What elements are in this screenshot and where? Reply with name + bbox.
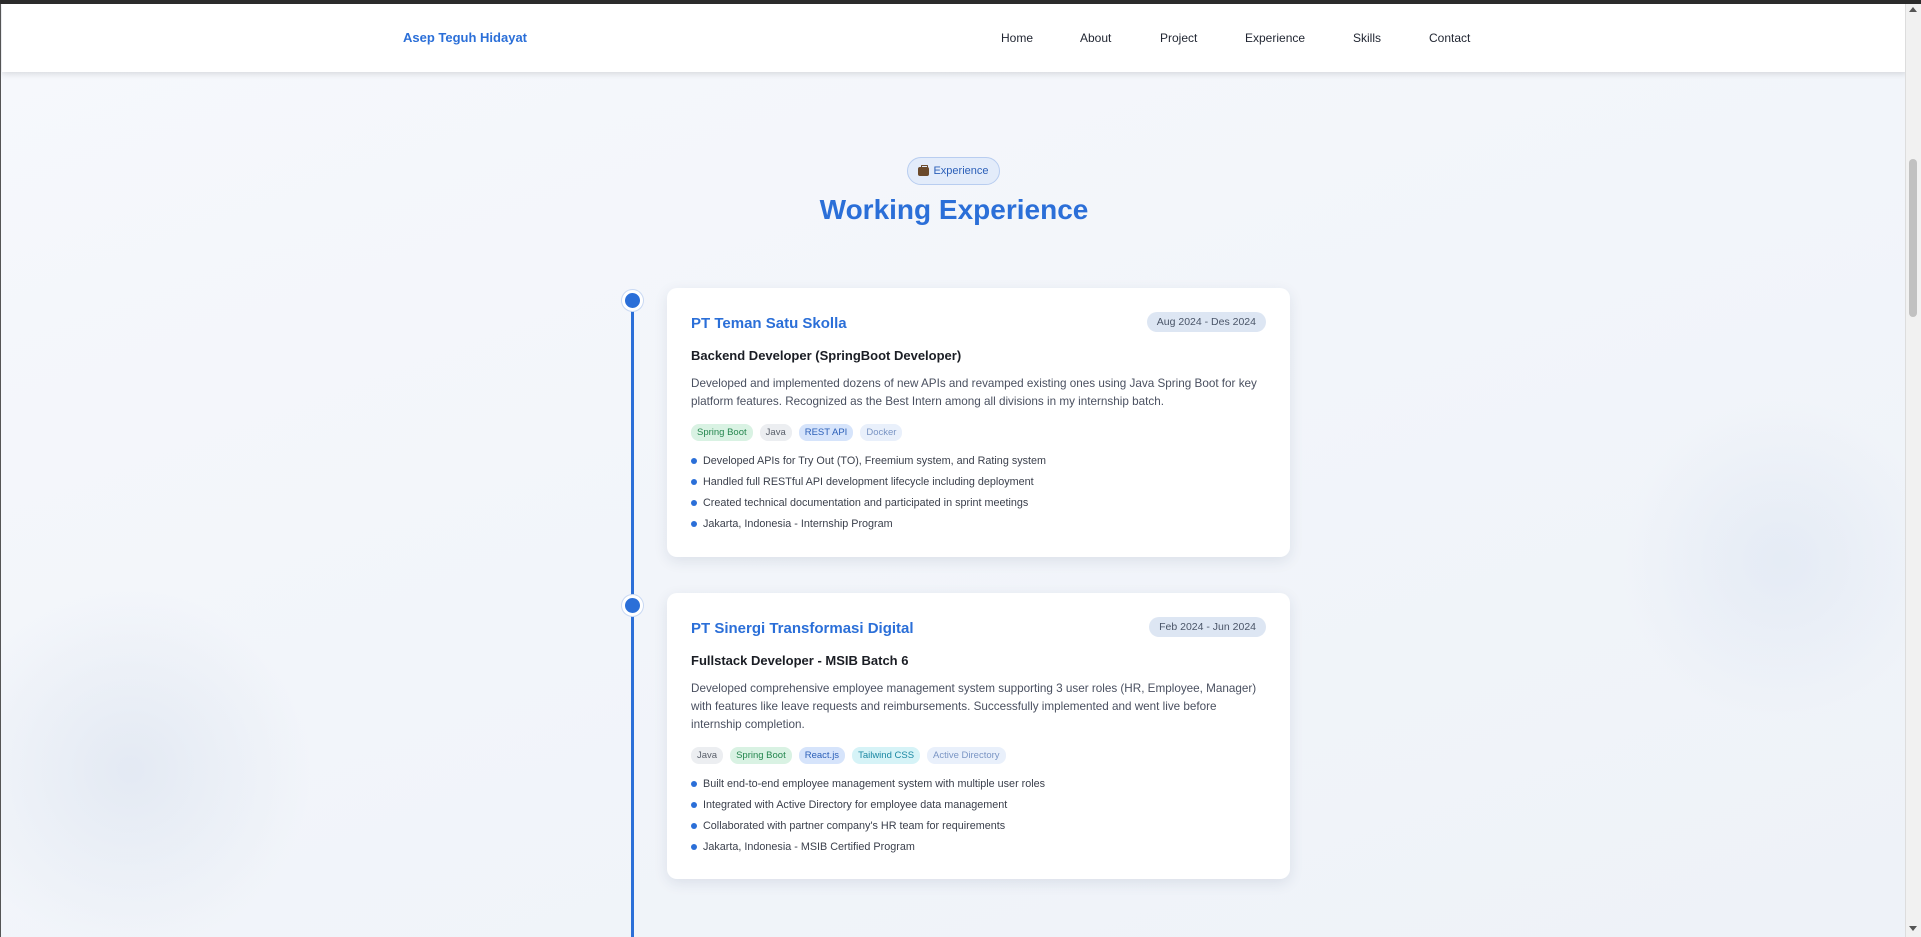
highlight-item: Collaborated with partner company's HR t…	[691, 819, 1045, 840]
tech-tag: Java	[759, 424, 792, 441]
section-badge-label: Experience	[933, 165, 989, 177]
highlight-item: Created technical documentation and part…	[691, 496, 1046, 517]
experience-card: PT Teman Satu Skolla Aug 2024 - Des 2024…	[667, 288, 1290, 557]
tech-tag: Java	[691, 747, 724, 764]
navbar: Asep Teguh Hidayat Home About Project Ex…	[2, 4, 1907, 72]
company-name: PT Teman Satu Skolla	[691, 315, 847, 332]
vertical-scrollbar[interactable]	[1905, 4, 1921, 937]
nav-about[interactable]: About	[1080, 31, 1111, 45]
job-role: Fullstack Developer - MSIB Batch 6	[691, 653, 909, 668]
highlight-item: Integrated with Active Directory for emp…	[691, 798, 1045, 819]
company-name: PT Sinergi Transformasi Digital	[691, 620, 914, 637]
highlight-item: Built end-to-end employee management sys…	[691, 777, 1045, 798]
section-title: Working Experience	[819, 194, 1089, 225]
period-badge: Feb 2024 - Jun 2024	[1149, 617, 1266, 637]
bullet-dot-icon	[691, 844, 697, 850]
nav-project[interactable]: Project	[1160, 31, 1197, 45]
timeline-line	[631, 296, 634, 937]
nav-experience[interactable]: Experience	[1245, 31, 1305, 45]
nav-contact[interactable]: Contact	[1429, 31, 1470, 45]
highlight-list: Built end-to-end employee management sys…	[691, 777, 1045, 861]
tech-tag: Spring Boot	[730, 747, 792, 764]
tech-tag: React.js	[798, 747, 846, 764]
tech-tags: Java Spring Boot React.js Tailwind CSS A…	[691, 747, 1006, 764]
tech-tag: Docker	[860, 424, 903, 441]
job-role: Backend Developer (SpringBoot Developer)	[691, 348, 962, 363]
nav-home[interactable]: Home	[1001, 31, 1033, 45]
bullet-dot-icon	[691, 479, 697, 485]
bullet-dot-icon	[691, 521, 697, 527]
tech-tag: REST API	[798, 424, 854, 441]
bullet-dot-icon	[691, 458, 697, 464]
section-badge: Experience	[907, 157, 1000, 185]
tech-tag: Spring Boot	[691, 424, 753, 441]
job-description: Developed comprehensive employee managem…	[691, 682, 1257, 731]
highlight-item: Developed APIs for Try Out (TO), Freemiu…	[691, 454, 1046, 475]
job-description: Developed and implemented dozens of new …	[691, 377, 1257, 408]
scrollbar-thumb[interactable]	[1909, 159, 1917, 317]
highlight-item: Handled full RESTful API development lif…	[691, 475, 1046, 496]
tech-tag: Tailwind CSS	[852, 747, 921, 764]
bullet-dot-icon	[691, 500, 697, 506]
scroll-up-arrow-icon[interactable]	[1909, 7, 1917, 12]
highlight-list: Developed APIs for Try Out (TO), Freemiu…	[691, 454, 1046, 538]
tech-tag: Active Directory	[927, 747, 1006, 764]
briefcase-icon	[918, 164, 930, 176]
brand-logo-text[interactable]: Asep Teguh Hidayat	[403, 30, 527, 45]
highlight-item: Jakarta, Indonesia - MSIB Certified Prog…	[691, 840, 1045, 861]
page-viewport: Asep Teguh Hidayat Home About Project Ex…	[0, 0, 1907, 937]
window-top-border	[0, 0, 1921, 4]
period-badge: Aug 2024 - Des 2024	[1146, 312, 1266, 332]
tech-tags: Spring Boot Java REST API Docker	[691, 424, 903, 441]
timeline-dot	[622, 595, 643, 616]
nav-skills[interactable]: Skills	[1353, 31, 1381, 45]
experience-card: PT Sinergi Transformasi Digital Feb 2024…	[667, 593, 1290, 879]
highlight-item: Jakarta, Indonesia - Internship Program	[691, 517, 1046, 538]
bullet-dot-icon	[691, 823, 697, 829]
bullet-dot-icon	[691, 781, 697, 787]
timeline-dot	[622, 290, 643, 311]
bullet-dot-icon	[691, 802, 697, 808]
scroll-down-arrow-icon[interactable]	[1909, 926, 1917, 931]
